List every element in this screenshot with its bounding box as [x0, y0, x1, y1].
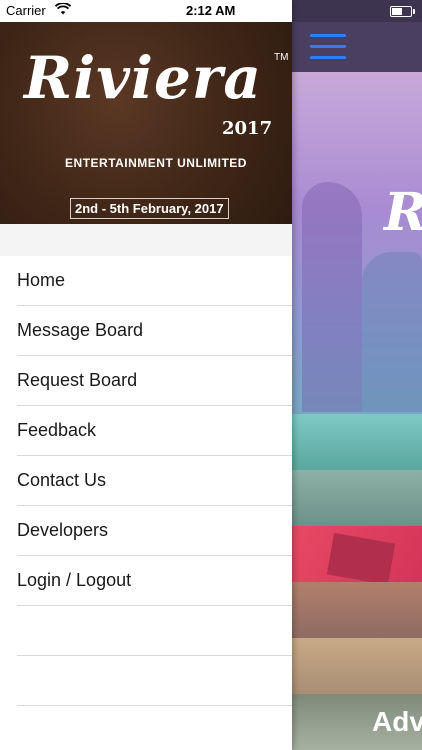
menu-item-home[interactable]: Home — [17, 256, 292, 306]
menu-item-label: Home — [17, 270, 66, 290]
app-status-bar — [292, 0, 422, 22]
gallery-strip — [292, 470, 422, 526]
carrier-label: Carrier — [6, 3, 46, 18]
event-logo: Riviera — [24, 44, 263, 112]
partial-heading: Adv — [372, 706, 422, 737]
event-dates: 2nd - 5th February, 2017 — [70, 198, 229, 219]
menu-item-request-board[interactable]: Request Board — [17, 356, 292, 406]
drawer-menu: Home Message Board Request Board Feedbac… — [0, 256, 292, 706]
menu-item-developers[interactable]: Developers — [17, 506, 292, 556]
menu-empty-row — [17, 606, 292, 656]
trademark-label: TM — [274, 52, 289, 63]
menu-item-label: Developers — [17, 520, 109, 540]
wifi-icon — [55, 3, 71, 15]
menu-item-label: Feedback — [17, 420, 97, 440]
menu-item-label: Message Board — [17, 320, 144, 340]
menu-spacer — [0, 224, 292, 256]
navigation-drawer: Carrier 2:12 AM Riviera TM 2017 ENTERTAI… — [0, 0, 292, 750]
clock: 2:12 AM — [186, 3, 236, 18]
menu-item-message-board[interactable]: Message Board — [17, 306, 292, 356]
event-banner: Riviera TM 2017 ENTERTAINMENT UNLIMITED … — [0, 22, 292, 224]
battery-icon — [390, 6, 415, 17]
gallery-strip — [292, 582, 422, 638]
gallery-strip — [292, 638, 422, 694]
menu-item-label: Login / Logout — [17, 570, 132, 590]
menu-item-login-logout[interactable]: Login / Logout — [17, 556, 292, 606]
hero-image: R — [292, 72, 422, 414]
menu-item-contact-us[interactable]: Contact Us — [17, 456, 292, 506]
hero-logo-fragment: R — [384, 182, 422, 243]
event-year: 2017 — [222, 118, 273, 139]
menu-item-label: Contact Us — [17, 470, 107, 490]
status-bar: Carrier 2:12 AM — [0, 0, 292, 22]
app-navbar — [292, 22, 422, 72]
menu-item-label: Request Board — [17, 370, 138, 390]
event-tagline: ENTERTAINMENT UNLIMITED — [65, 156, 247, 170]
menu-item-feedback[interactable]: Feedback — [17, 406, 292, 456]
gallery-strip — [292, 414, 422, 470]
background-app-panel[interactable]: R Adv — [292, 0, 422, 750]
hamburger-menu-icon[interactable] — [310, 34, 346, 60]
menu-empty-row — [17, 656, 292, 706]
gallery-strip — [292, 526, 422, 586]
